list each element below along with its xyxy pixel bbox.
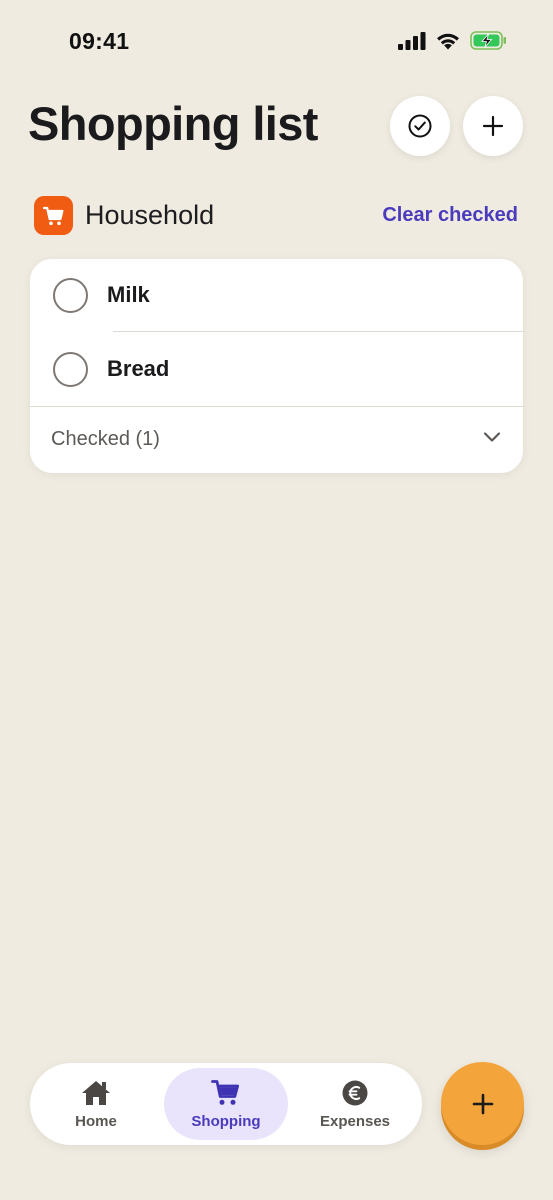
tab-home[interactable]: Home: [38, 1068, 154, 1140]
tab-label: Expenses: [319, 1113, 391, 1130]
section-title: Household: [85, 200, 215, 230]
plus-icon: [472, 1093, 493, 1114]
check-circle-icon: [408, 114, 432, 138]
tab-label: Home: [75, 1113, 117, 1130]
page-title: Shopping list: [28, 97, 318, 150]
add-item-button[interactable]: [441, 1062, 524, 1145]
shopping-cart-icon: [42, 206, 63, 225]
check-all-button[interactable]: [390, 96, 450, 156]
item-label: Bread: [107, 356, 170, 381]
battery-charging-icon: [470, 31, 506, 50]
wifi-icon: [437, 33, 459, 50]
item-checkbox[interactable]: [53, 278, 88, 313]
list-item[interactable]: Bread: [30, 333, 523, 405]
status-bar: 09:41: [0, 0, 553, 84]
tab-label: Shopping: [191, 1113, 261, 1130]
item-label: Milk: [107, 282, 150, 307]
list-item[interactable]: Milk: [30, 259, 523, 331]
chevron-down-icon: [483, 432, 501, 442]
checked-label: Checked (1): [51, 428, 160, 450]
cellular-signal-icon: [398, 31, 426, 50]
checked-section-toggle[interactable]: Checked (1): [30, 407, 523, 473]
tab-expenses[interactable]: Expenses: [296, 1068, 414, 1140]
plus-icon: [482, 115, 504, 137]
section-header: Household Clear checked: [34, 196, 520, 236]
divider: [113, 331, 523, 332]
tab-shopping[interactable]: Shopping: [164, 1068, 288, 1140]
clear-checked-button[interactable]: Clear checked: [382, 204, 518, 227]
status-icons: [398, 31, 507, 50]
shopping-list-card: Milk Bread Checked (1): [30, 259, 523, 473]
item-checkbox[interactable]: [53, 352, 88, 387]
status-time: 09:41: [69, 28, 130, 54]
section-icon: [34, 196, 73, 235]
tab-bar: Home Shopping Expenses: [30, 1063, 422, 1145]
home-icon: [82, 1081, 110, 1105]
euro-icon: [342, 1080, 368, 1106]
shopping-cart-icon: [211, 1080, 239, 1105]
add-list-button[interactable]: [463, 96, 523, 156]
